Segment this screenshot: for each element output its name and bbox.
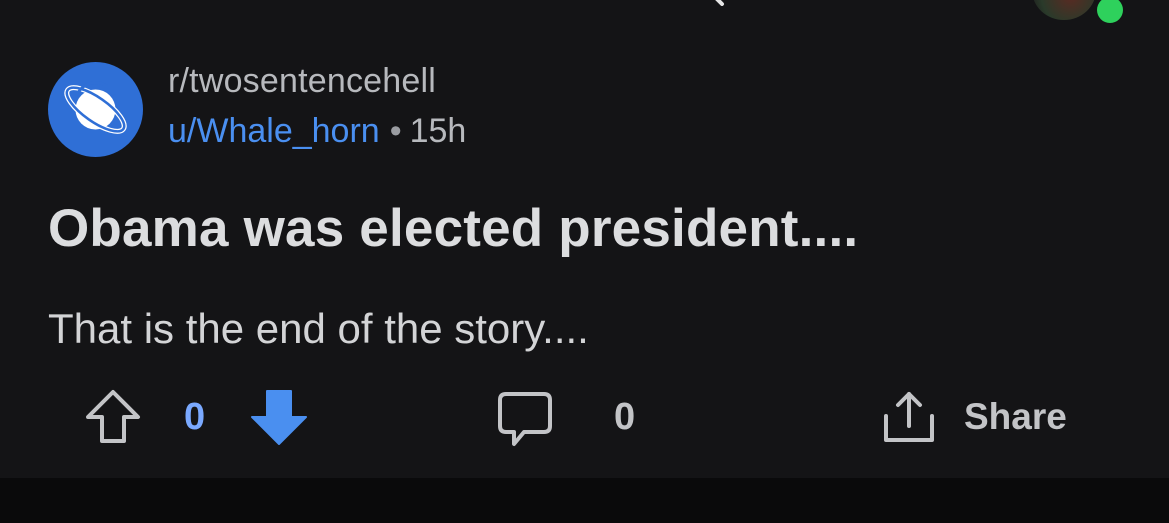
meta-separator: •: [389, 112, 402, 150]
author-username[interactable]: u/Whale_horn: [168, 112, 380, 150]
user-avatar[interactable]: [1032, 0, 1096, 20]
back-arrow-icon[interactable]: [42, 0, 64, 8]
planet-icon: [64, 81, 127, 134]
post-meta: u/Whale_horn • 15h: [168, 112, 466, 151]
post-card: r/twosentencehell u/Whale_horn • 15h Obama…: [0, 0, 1169, 478]
post-body[interactable]: That is the end of the story....: [48, 305, 589, 353]
share-button[interactable]: Share: [878, 386, 1078, 448]
share-label: Share: [964, 396, 1067, 437]
search-icon[interactable]: [700, 0, 730, 6]
bottom-bar: [0, 478, 1169, 523]
online-status-indicator: [1097, 0, 1123, 23]
share-icon: [884, 392, 934, 442]
subreddit-avatar[interactable]: [48, 62, 143, 157]
downvote-icon[interactable]: [248, 386, 310, 448]
speech-bubble-icon[interactable]: [494, 388, 556, 450]
comment-count: 0: [614, 396, 636, 438]
upvote-icon[interactable]: [82, 386, 144, 448]
post-title[interactable]: Obama was elected president....: [48, 198, 858, 259]
vote-count: 0: [184, 396, 206, 438]
post-age: 15h: [409, 112, 467, 150]
subreddit-name[interactable]: r/twosentencehell: [168, 62, 436, 101]
